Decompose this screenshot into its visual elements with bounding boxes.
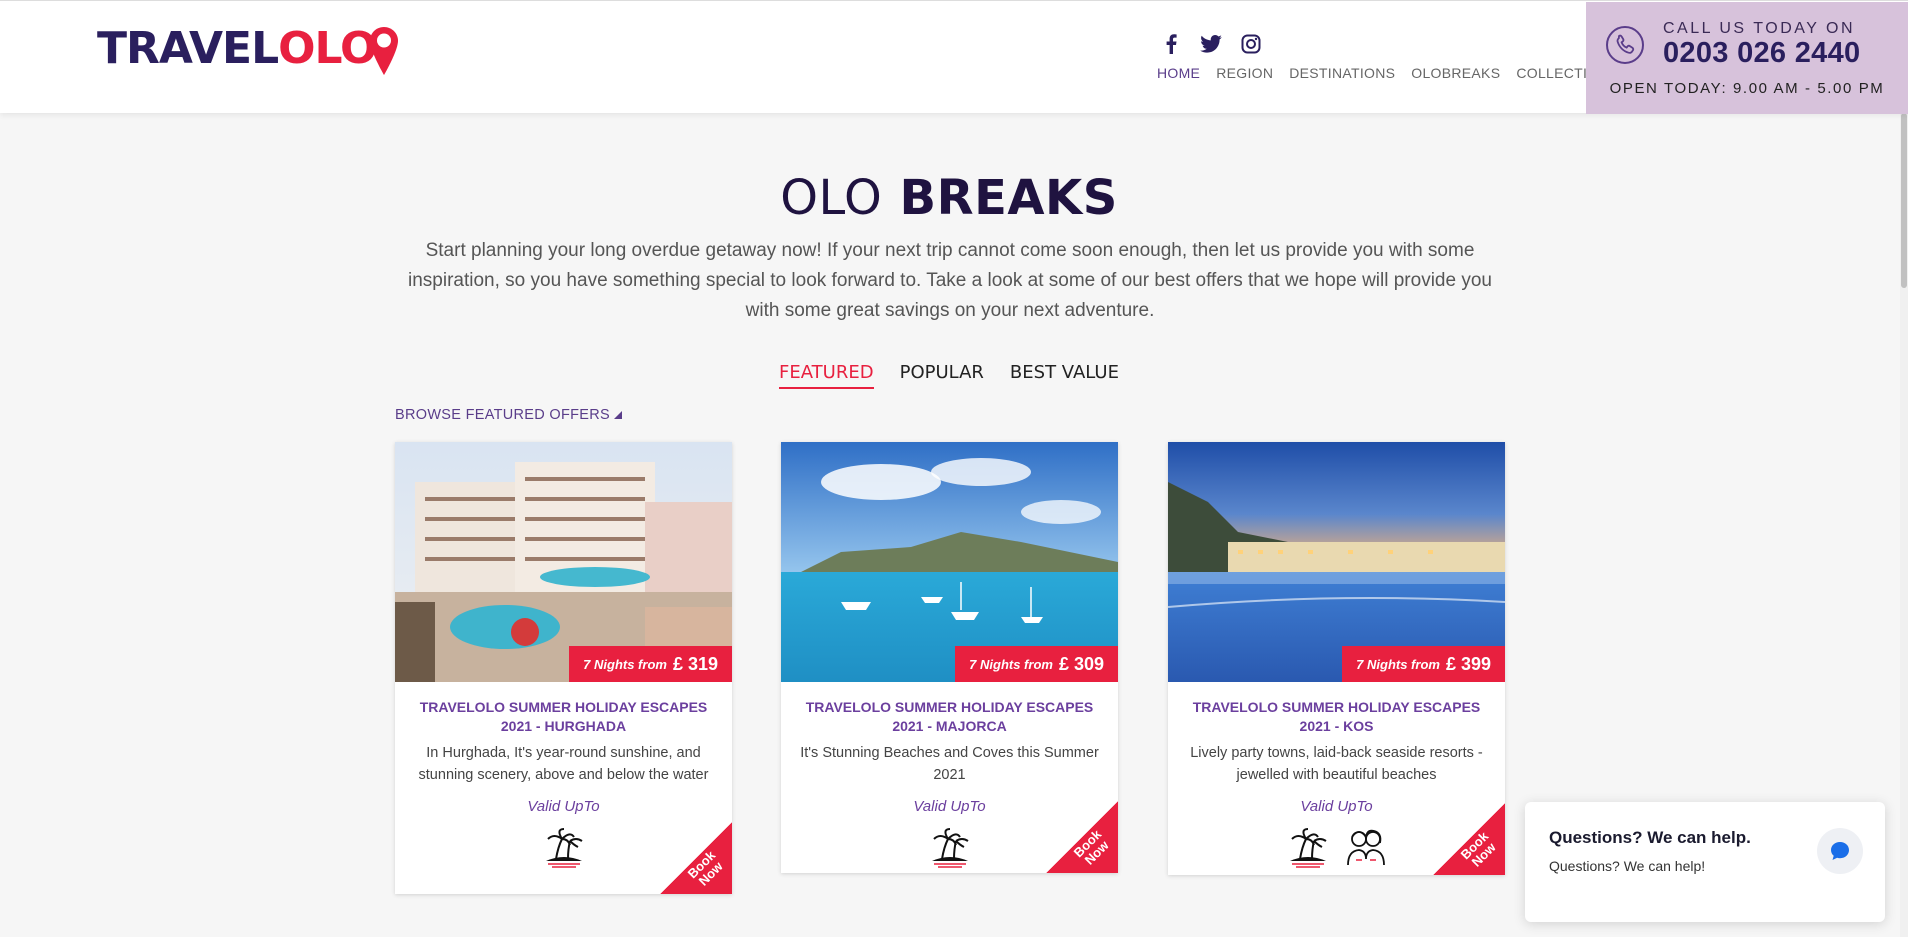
book-now-button[interactable]: Book Now [1433,803,1505,875]
tab-best-value[interactable]: BEST VALUE [1010,362,1119,389]
page-title: OLO BREAKS [0,170,1898,226]
main-nav: HOME REGION DESTINATIONS OLOBREAKS COLLE… [1157,65,1618,81]
social-links [1160,33,1262,55]
browse-offers-toggle[interactable]: BROWSE FEATURED OFFERS [395,407,622,423]
hotel-image[interactable]: 7 Nights from £ 319 [395,442,732,682]
call-number[interactable]: 0203 026 2440 [1663,37,1860,70]
twitter-icon[interactable] [1200,33,1222,55]
hotel-image[interactable]: 7 Nights from £ 399 [1168,442,1505,682]
chat-open-button[interactable] [1817,828,1863,874]
page-scrollbar[interactable] [1900,113,1908,937]
nav-region[interactable]: REGION [1216,65,1273,81]
offer-card-hurghada[interactable]: 7 Nights from £ 319 TRAVELOLO SUMMER HOL… [395,442,732,894]
browse-offers-label: BROWSE FEATURED OFFERS [395,407,610,423]
tab-popular[interactable]: POPULAR [900,362,984,389]
chat-bubble-icon [1831,842,1849,860]
offer-title[interactable]: TRAVELOLO SUMMER HOLIDAY ESCAPES 2021 - … [781,698,1118,736]
facebook-icon[interactable] [1160,33,1182,55]
offer-description: It's Stunning Beaches and Coves this Sum… [800,745,1099,783]
nav-home[interactable]: HOME [1157,65,1200,81]
offer-description: Lively party towns, laid-back seaside re… [1190,745,1483,783]
chat-widget[interactable]: Questions? We can help. Questions? We ca… [1525,802,1885,922]
price-amount: £ 319 [672,653,718,674]
scrollbar-thumb[interactable] [1901,113,1907,288]
offer-card-kos[interactable]: 7 Nights from £ 399 TRAVELOLO SUMMER HOL… [1168,442,1505,875]
price-amount: £ 399 [1445,653,1491,674]
price-badge: 7 Nights from £ 309 [955,646,1118,682]
couple-icon [1346,829,1385,866]
chat-subtext: Questions? We can help! [1549,858,1706,874]
page-title-bold: BREAKS [899,170,1118,226]
chat-heading: Questions? We can help. [1549,828,1751,847]
logo-text-primary: TRAVEL [97,23,279,74]
price-nights: 7 Nights from [969,656,1053,672]
offer-tabs: FEATURED POPULAR BEST VALUE [0,362,1898,389]
offer-title[interactable]: TRAVELOLO SUMMER HOLIDAY ESCAPES 2021 - … [1168,698,1505,736]
price-nights: 7 Nights from [583,656,667,672]
site-header: TRAVEL OLO HOME REGION DESTINATIONS OLOB… [0,0,1908,114]
book-now-label: Book Now [1070,826,1112,868]
price-amount: £ 309 [1058,653,1104,674]
book-now-button[interactable]: Book Now [660,822,732,894]
price-badge: 7 Nights from £ 399 [1342,646,1505,682]
offer-card-majorca[interactable]: 7 Nights from £ 309 TRAVELOLO SUMMER HOL… [781,442,1118,873]
palm-island-icon [931,828,969,868]
price-nights: 7 Nights from [1356,656,1440,672]
nav-olobreaks[interactable]: OLOBREAKS [1411,65,1500,81]
page-title-light: OLO [780,170,883,226]
location-pin-icon [370,27,399,75]
travelolo-logo[interactable]: TRAVEL OLO [97,27,400,77]
palm-island-icon [545,828,583,868]
call-box[interactable]: CALL US TODAY ON 0203 026 2440 OPEN TODA… [1586,2,1908,114]
nav-destinations[interactable]: DESTINATIONS [1289,65,1395,81]
book-now-button[interactable]: Book Now [1046,801,1118,873]
offer-title[interactable]: TRAVELOLO SUMMER HOLIDAY ESCAPES 2021 - … [395,698,732,736]
logo-text-accent: OLO [278,23,377,74]
instagram-icon[interactable] [1240,33,1262,55]
book-now-label: Book Now [1457,828,1499,870]
call-label: CALL US TODAY ON [1663,20,1856,37]
hotel-image[interactable]: 7 Nights from £ 309 [781,442,1118,682]
offer-description: In Hurghada, It's year-round sunshine, a… [418,745,709,783]
intro-text: Start planning your long overdue getaway… [408,240,1492,321]
opening-hours: OPEN TODAY: 9.00 AM - 5.00 PM [1609,80,1885,97]
book-now-label: Book Now [684,847,726,889]
palm-island-icon [1289,828,1327,868]
offer-validity: Valid UpTo [527,798,600,815]
triangle-icon [613,411,622,419]
tab-featured[interactable]: FEATURED [779,362,874,389]
price-badge: 7 Nights from £ 319 [569,646,732,682]
phone-icon [1606,26,1644,64]
